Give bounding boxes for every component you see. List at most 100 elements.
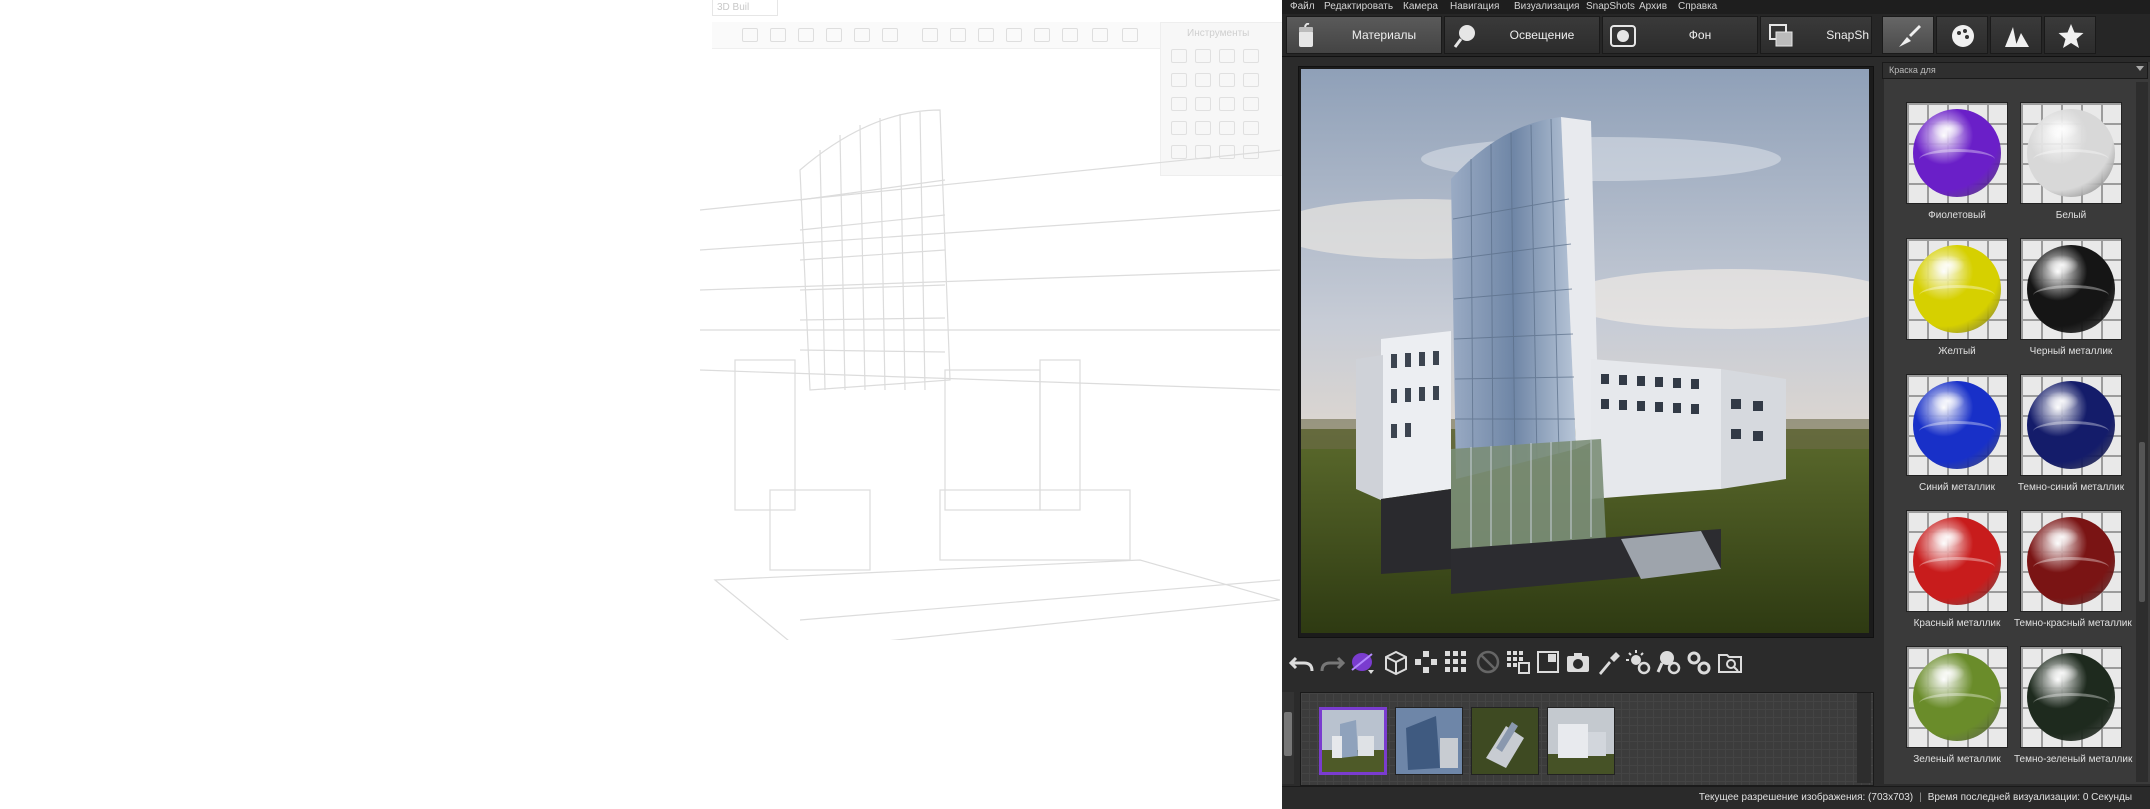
menu-file[interactable]: Файл xyxy=(1290,0,1315,13)
redo-button[interactable] xyxy=(1318,648,1346,676)
gear-settings-button[interactable] xyxy=(1684,648,1712,676)
tab-background[interactable]: Фон xyxy=(1602,16,1758,54)
menu-camera[interactable]: Камера xyxy=(1403,0,1438,13)
snapshot-image xyxy=(1322,710,1384,772)
box-view-button[interactable] xyxy=(1382,648,1410,676)
material-swatch[interactable] xyxy=(1906,374,2008,476)
material-swatch[interactable] xyxy=(1906,510,2008,612)
grid-points-button[interactable] xyxy=(1442,648,1470,676)
material-swatch[interactable] xyxy=(1906,646,2008,748)
bg-tool-icon xyxy=(1034,28,1050,42)
snapshot-thumbnail[interactable] xyxy=(1547,707,1615,775)
frame-button[interactable] xyxy=(1534,648,1562,676)
material-swatch[interactable] xyxy=(2020,510,2122,612)
material-swatch[interactable] xyxy=(2020,646,2122,748)
panel-tab-favorites[interactable] xyxy=(2044,16,2096,54)
menu-navigation[interactable]: Навигация xyxy=(1450,0,1499,13)
render-viewport-frame xyxy=(1298,66,1874,638)
chevron-down-icon xyxy=(2136,66,2144,71)
material-grid: Фиолетовый Белый Желтый Черный металлик Сини… xyxy=(1884,82,2134,782)
bg-tool-icon xyxy=(798,28,814,42)
render-viewport[interactable] xyxy=(1301,69,1869,633)
panel-tab-landscape[interactable] xyxy=(1990,16,2042,54)
undo-button[interactable] xyxy=(1288,648,1316,676)
sphere-highlight xyxy=(1931,391,1965,411)
pattern-icon xyxy=(1507,651,1530,674)
snapshot-image xyxy=(1472,708,1538,774)
sphere-highlight xyxy=(1931,255,1965,275)
snapshots-left-scrollbar[interactable] xyxy=(1282,692,1294,784)
background-icon xyxy=(1610,25,1636,47)
eyedropper-button[interactable] xyxy=(1594,648,1622,676)
material-swatch[interactable] xyxy=(2020,374,2122,476)
sphere-highlight xyxy=(2045,391,2079,411)
search-folder-button[interactable] xyxy=(1716,648,1744,676)
material-item[interactable]: Белый xyxy=(2020,82,2124,221)
scrollbar-thumb[interactable] xyxy=(2139,442,2145,602)
sphere-band xyxy=(1919,421,1995,442)
tab-lighting[interactable]: Освещение xyxy=(1444,16,1600,54)
bg-tool-icon xyxy=(1122,28,1138,42)
snapshots-strip xyxy=(1300,692,1874,786)
sphere-band xyxy=(2033,557,2109,578)
tab-materials[interactable]: Материалы xyxy=(1286,16,1442,54)
snapshot-thumbnail[interactable] xyxy=(1395,707,1463,775)
snapshot-thumbnail[interactable] xyxy=(1319,707,1387,775)
material-item[interactable]: Темно-красный металлик xyxy=(2014,488,2132,629)
frame-icon xyxy=(1537,651,1559,673)
material-item[interactable]: Темно-зеленый металлик xyxy=(2014,624,2132,765)
sphere-band xyxy=(2033,421,2109,442)
material-item[interactable]: Синий металлик xyxy=(1906,352,2010,493)
panel-tab-paint[interactable] xyxy=(1882,16,1934,54)
material-swatch[interactable] xyxy=(2020,238,2122,340)
sphere-highlight xyxy=(2045,255,2079,275)
menu-edit[interactable]: Редактировать xyxy=(1324,0,1393,13)
material-sphere xyxy=(1913,109,2001,197)
material-item[interactable]: Зеленый металлик xyxy=(1906,624,2010,765)
move-points-button[interactable] xyxy=(1412,648,1440,676)
sphere-highlight xyxy=(2045,663,2079,683)
material-item[interactable]: Фиолетовый xyxy=(1906,82,2010,221)
materials-scrollbar[interactable] xyxy=(2136,82,2148,782)
material-swatch[interactable] xyxy=(1906,102,2008,204)
material-swatch[interactable] xyxy=(2020,102,2122,204)
bg-tool-icon xyxy=(978,28,994,42)
menu-snapshots[interactable]: SnapShots xyxy=(1586,0,1635,13)
material-category-dropdown[interactable]: Краска для xyxy=(1882,62,2148,79)
status-text: Текущее разрешение изображения: (703x703… xyxy=(1698,792,2132,803)
material-item[interactable]: Желтый xyxy=(1906,216,2010,357)
disabled-button[interactable] xyxy=(1474,648,1502,676)
bg-tool-icon xyxy=(826,28,842,42)
panel-tab-objects[interactable] xyxy=(1936,16,1988,54)
mountains-icon xyxy=(2005,27,2029,47)
search-folder-icon xyxy=(1718,654,1742,673)
material-sphere xyxy=(2027,245,2115,333)
scrollbar-thumb[interactable] xyxy=(1284,712,1292,756)
snapshot-thumbnail[interactable] xyxy=(1471,707,1539,775)
move-points-icon xyxy=(1415,651,1437,673)
sun-settings-button[interactable] xyxy=(1624,648,1652,676)
pattern-button[interactable] xyxy=(1504,648,1532,676)
sphere-band xyxy=(2033,693,2109,714)
render-app-window: Файл Редактировать Камера Навигация Визу… xyxy=(1282,0,2150,809)
sphere-band xyxy=(1919,693,1995,714)
snapshots-vertical-scrollbar[interactable] xyxy=(1857,693,1871,783)
material-item[interactable]: Красный металлик xyxy=(1906,488,2010,629)
background-tab: 3D Buil xyxy=(712,0,778,16)
sphere-highlight xyxy=(2045,527,2079,547)
building-wireframe-drawing xyxy=(700,109,1280,640)
disabled-icon xyxy=(1476,650,1500,674)
menu-archive[interactable]: Архив xyxy=(1639,0,1667,13)
material-sphere xyxy=(2027,653,2115,741)
sphere-highlight xyxy=(1931,119,1965,139)
light-settings-button[interactable] xyxy=(1654,648,1682,676)
material-swatch[interactable] xyxy=(1906,238,2008,340)
tab-snapshots[interactable]: SnapSh xyxy=(1760,16,1872,54)
material-item[interactable]: Черный металлик xyxy=(2020,216,2124,357)
material-picker-button[interactable] xyxy=(1348,648,1376,676)
menu-help[interactable]: Справка xyxy=(1678,0,1717,13)
status-bar: Текущее разрешение изображения: (703x703… xyxy=(1282,786,2150,809)
material-item[interactable]: Темно-синий металлик xyxy=(2018,352,2124,493)
camera-button[interactable] xyxy=(1564,648,1592,676)
menu-visualization[interactable]: Визуализация xyxy=(1514,0,1579,13)
